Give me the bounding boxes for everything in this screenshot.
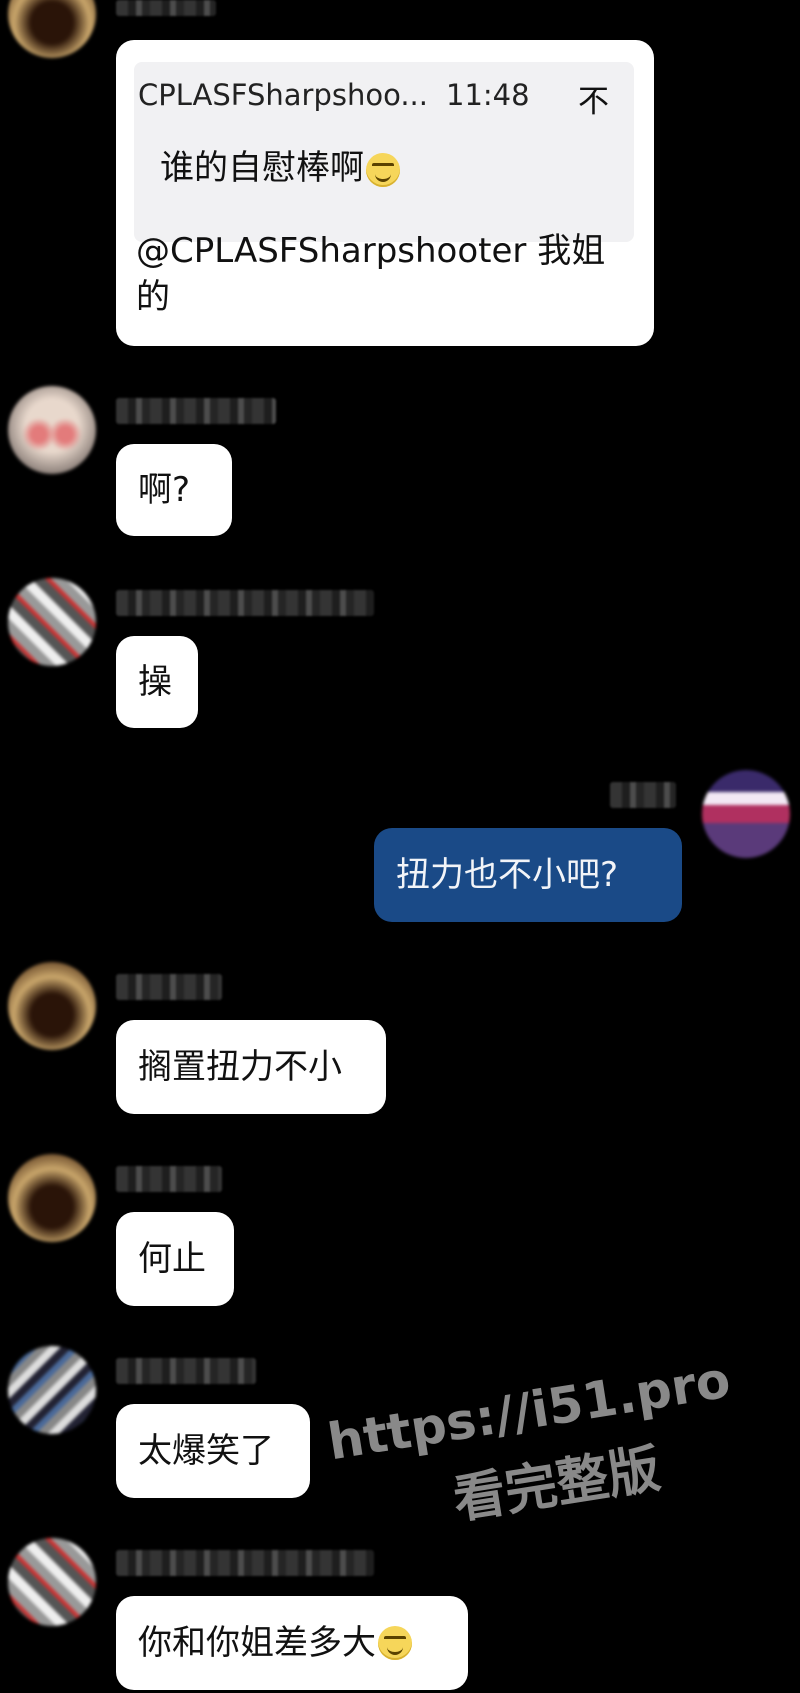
sender-name [116, 974, 222, 1000]
avatar[interactable] [8, 578, 96, 666]
message-bubble[interactable]: 搁置扭力不小 [116, 1020, 386, 1114]
message-text: 你和你姐差多大 [138, 1623, 376, 1663]
message-text: 啊? [138, 470, 191, 510]
message-text: 操 [138, 662, 172, 702]
sender-name [116, 1358, 256, 1384]
avatar[interactable] [8, 0, 96, 58]
sender-name [610, 782, 676, 808]
message-bubble[interactable]: 何止 [116, 1212, 234, 1306]
sender-name [116, 590, 374, 616]
avatar[interactable] [8, 386, 96, 474]
avatar[interactable] [8, 962, 96, 1050]
sender-name [116, 0, 216, 16]
message-text: 太爆笑了 [138, 1431, 274, 1471]
sender-name [116, 1550, 374, 1576]
message-text: 搁置扭力不小 [138, 1047, 342, 1087]
avatar[interactable] [8, 1346, 96, 1434]
reply-text: @CPLASFSharpshooter 我姐的 [136, 231, 606, 317]
avatar[interactable] [702, 770, 790, 858]
sender-name [116, 1166, 222, 1192]
outgoing-message-bubble[interactable]: 扭力也不小吧? [374, 828, 682, 922]
grin-emoji-icon [366, 152, 400, 187]
message-text: 何止 [138, 1239, 206, 1279]
avatar[interactable] [8, 1538, 96, 1626]
message-bubble[interactable]: 操 [116, 636, 198, 728]
grin-emoji-icon [378, 1626, 412, 1660]
quoted-text: 谁的自慰棒啊 [160, 140, 400, 189]
quote-action-icon[interactable]: 不 [578, 76, 609, 121]
message-bubble[interactable]: 啊? [116, 444, 232, 536]
message-bubble[interactable]: 太爆笑了 [116, 1404, 310, 1498]
quoted-time: 11:48 [446, 78, 530, 112]
message-text: 扭力也不小吧? [396, 855, 619, 895]
avatar[interactable] [8, 1154, 96, 1242]
quoted-sender: CPLASFSharpshoo... [138, 78, 428, 112]
sender-name [116, 398, 276, 424]
message-bubble[interactable]: 你和你姐差多大 [116, 1596, 468, 1690]
